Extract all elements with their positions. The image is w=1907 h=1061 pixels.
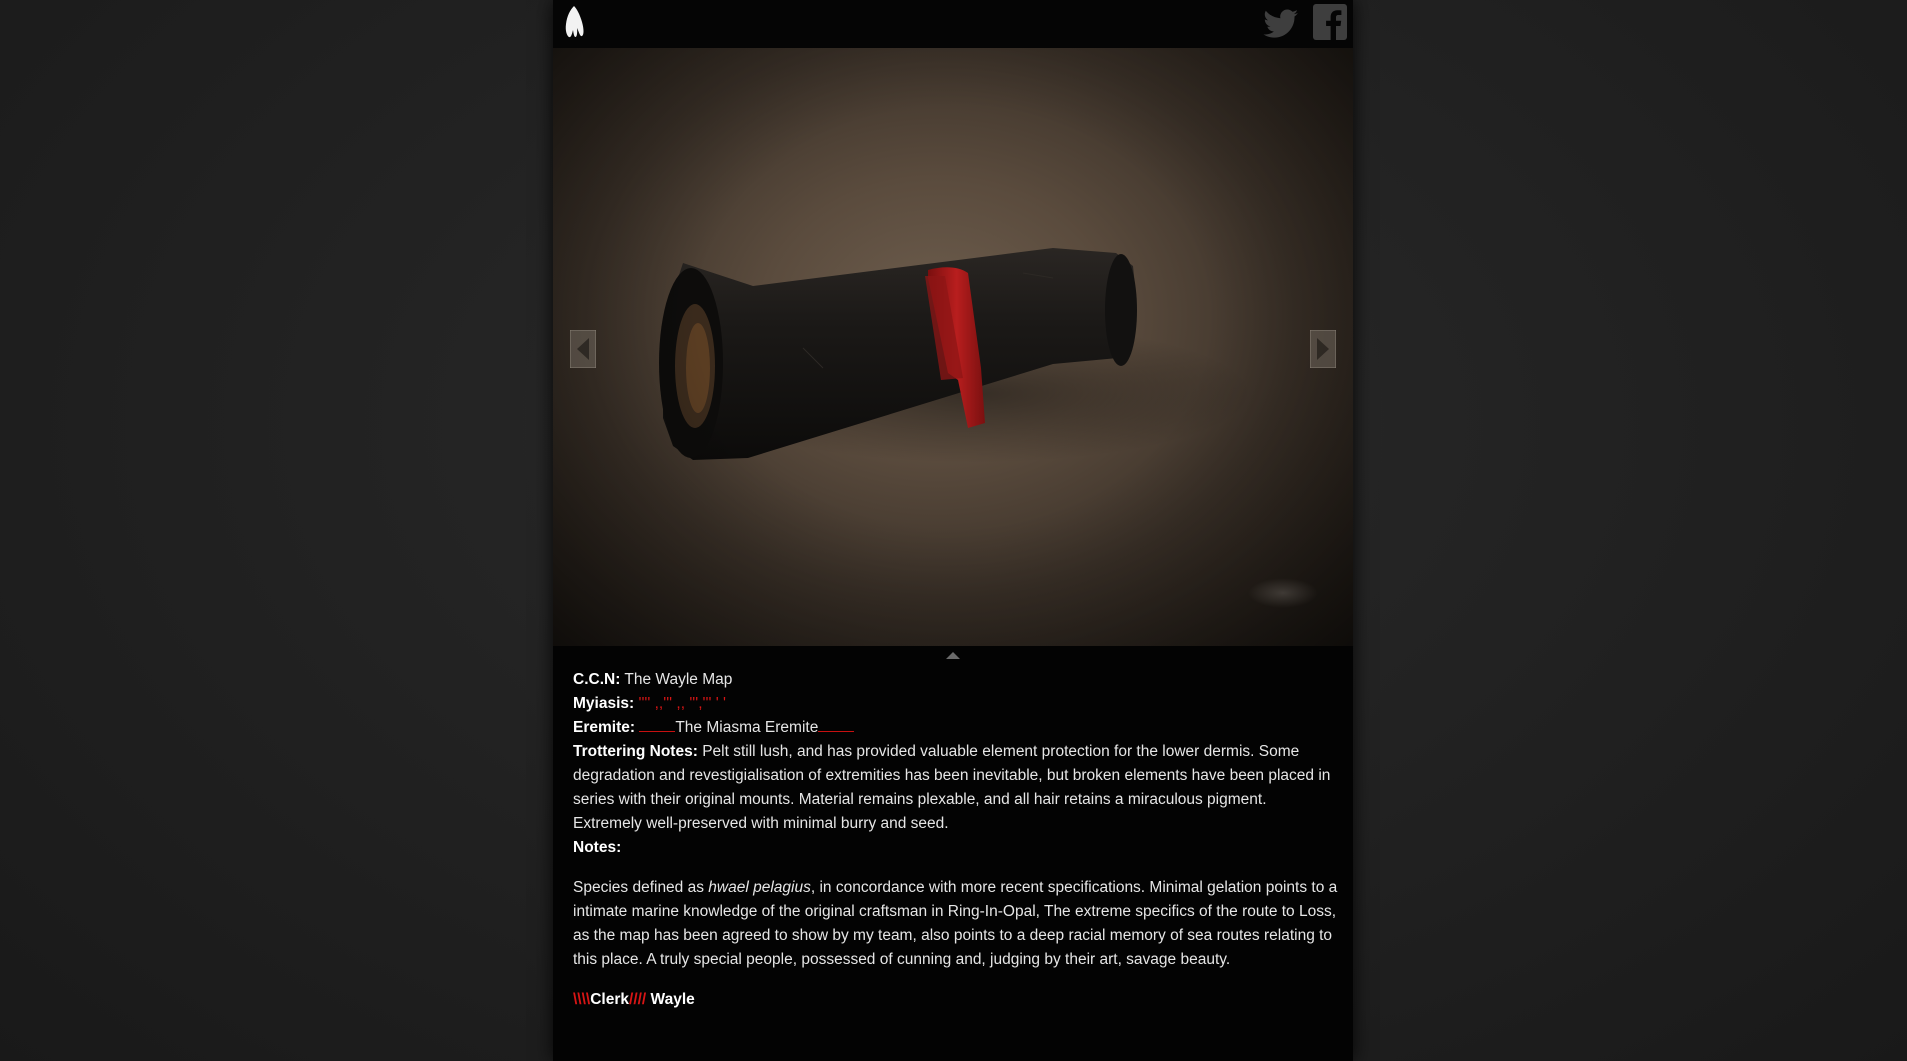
next-image-arrow-icon[interactable]: [1310, 330, 1336, 368]
content-column: C.C.N: The Wayle Map Myiasis: '''' ,,'''…: [553, 0, 1353, 1061]
twitter-bird-icon[interactable]: [1262, 4, 1302, 42]
eremite-underline-left: [639, 717, 676, 732]
notes-label: Notes:: [573, 839, 622, 856]
notes-heading-line: Notes:: [573, 836, 1338, 860]
facebook-f-icon[interactable]: [1313, 4, 1347, 40]
myiasis-label: Myiasis:: [573, 695, 635, 712]
image-gallery: [553, 48, 1353, 646]
ccn-value: The Wayle Map: [624, 671, 733, 688]
eremite-value: The Miasma Eremite: [675, 719, 819, 736]
signature-mark-left: \\\\: [573, 991, 591, 1008]
trottering-label: Trottering Notes:: [573, 743, 698, 760]
ccn-line: C.C.N: The Wayle Map: [573, 668, 1338, 692]
tooth-logo-icon[interactable]: [561, 4, 587, 40]
signature-name: Wayle: [646, 991, 695, 1008]
myiasis-value: '''' ,,''' ,, ''',''' ' ': [638, 695, 726, 712]
ccn-label: C.C.N:: [573, 671, 621, 688]
image-vignette: [553, 48, 1353, 646]
eremite-label: Eremite:: [573, 719, 636, 736]
top-bar: [553, 0, 1353, 48]
item-details: C.C.N: The Wayle Map Myiasis: '''' ,,'''…: [573, 668, 1338, 1012]
species-name: hwael pelagius: [708, 879, 811, 896]
myiasis-line: Myiasis: '''' ,,''' ,, ''',''' ' ': [573, 692, 1338, 716]
notes-body: Species defined as hwael pelagius, in co…: [573, 876, 1338, 972]
triangle-up-icon[interactable]: [946, 651, 960, 659]
previous-image-arrow-icon[interactable]: [570, 330, 596, 368]
eremite-underline-right: [818, 717, 855, 732]
notes-text-pre: Species defined as: [573, 879, 709, 896]
eremite-line: Eremite: The Miasma Eremite: [573, 716, 1338, 740]
trottering-notes: Trottering Notes: Pelt still lush, and h…: [573, 740, 1338, 836]
signature: \\\\Clerk//// Wayle: [573, 988, 1338, 1012]
signature-role: Clerk: [590, 991, 630, 1008]
signature-mark-right: ////: [629, 991, 647, 1008]
